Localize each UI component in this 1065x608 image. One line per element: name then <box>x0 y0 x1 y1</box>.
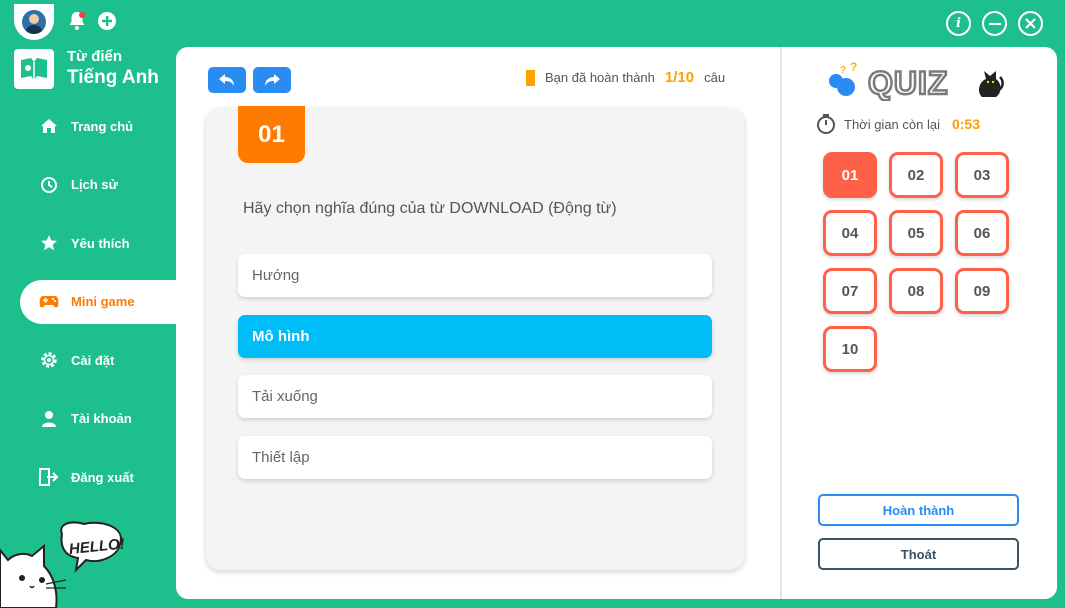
question-button-09[interactable]: 09 <box>955 268 1009 314</box>
question-number-badge: 01 <box>238 106 305 163</box>
question-button-02[interactable]: 02 <box>889 152 943 198</box>
user-icon <box>39 409 59 429</box>
sidebar-item-label: Trang chủ <box>71 118 134 134</box>
brand-line1: Từ điển <box>67 48 123 65</box>
redo-button[interactable] <box>253 67 291 93</box>
answer-option[interactable]: Tải xuống <box>238 375 712 418</box>
svg-text:?: ? <box>840 65 846 76</box>
bell-icon[interactable] <box>66 10 88 32</box>
sidebar-nav: Trang chủ Lịch sử Yêu thích Mini game Cà… <box>20 104 176 514</box>
sidebar-item-account[interactable]: Tài khoản <box>20 397 176 441</box>
question-button-07[interactable]: 07 <box>823 268 877 314</box>
info-icon: i <box>956 16 961 31</box>
timer-value: 0:53 <box>951 116 980 132</box>
sidebar-item-label: Cài đặt <box>71 352 115 368</box>
timer-label: Thời gian còn lại <box>844 116 940 132</box>
sidebar-item-minigame[interactable]: Mini game <box>20 279 176 324</box>
user-avatar[interactable] <box>14 4 54 40</box>
progress-unit: câu <box>704 70 726 85</box>
add-icon[interactable] <box>96 10 118 32</box>
close-button[interactable] <box>1018 11 1043 36</box>
quiz-pane: Bạn đã hoàn thành 1/10 câu 01 Hãy chọn n… <box>176 47 780 599</box>
sidebar-item-label: Yêu thích <box>71 235 130 251</box>
avatar-icon <box>22 10 46 34</box>
question-button-04[interactable]: 04 <box>823 210 877 256</box>
brand-line2: Tiếng Anh <box>67 67 159 88</box>
gamepad-icon <box>39 292 59 312</box>
history-icon <box>39 175 59 195</box>
minimize-button[interactable] <box>982 11 1007 36</box>
sidebar-item-home[interactable]: Trang chủ <box>20 104 176 148</box>
logout-icon <box>39 467 59 487</box>
undo-button[interactable] <box>208 67 246 93</box>
app-logo-icon <box>14 49 54 89</box>
question-card: 01 Hãy chọn nghĩa đúng của từ DOWNLOAD (… <box>206 106 744 570</box>
progress-indicator: Bạn đã hoàn thành 1/10 câu <box>526 69 725 86</box>
close-icon <box>1025 18 1036 29</box>
mascot: HELLO! <box>0 520 130 608</box>
main-panel: Bạn đã hoàn thành 1/10 câu 01 Hãy chọn n… <box>176 47 1057 599</box>
answer-option-selected[interactable]: Mô hình <box>238 315 712 358</box>
sidebar-item-settings[interactable]: Cài đặt <box>20 338 176 382</box>
sidebar-item-label: Mini game <box>71 294 135 309</box>
cat-mascot-icon: HELLO! <box>0 521 125 608</box>
question-button-01[interactable]: 01 <box>823 152 877 198</box>
sidebar-item-label: Tài khoản <box>71 411 132 426</box>
sidebar-item-label: Lịch sử <box>71 177 118 192</box>
svg-text:?: ? <box>850 61 857 74</box>
quiz-logo-icon: ? ? QUIZ <box>829 60 1004 102</box>
progress-count: 1/10 <box>664 69 695 86</box>
answer-option[interactable]: Hướng <box>238 254 712 297</box>
question-button-08[interactable]: 08 <box>889 268 943 314</box>
undo-arrow-icon <box>219 74 234 86</box>
exit-button[interactable]: Thoát <box>818 538 1019 570</box>
minimize-icon <box>988 22 1001 25</box>
home-icon <box>39 116 59 136</box>
progress-label: Bạn đã hoàn thành <box>545 70 655 85</box>
quiz-logo: ? ? QUIZ <box>826 60 1006 102</box>
countdown-timer: Thời gian còn lại 0:53 <box>816 113 980 135</box>
progress-flag-icon <box>526 69 535 86</box>
question-button-03[interactable]: 03 <box>955 152 1009 198</box>
question-text: Hãy chọn nghĩa đúng của từ DOWNLOAD (Độn… <box>243 200 617 217</box>
info-button[interactable]: i <box>946 11 971 36</box>
title-bar: i <box>0 0 1065 46</box>
gear-icon <box>39 350 59 370</box>
question-button-05[interactable]: 05 <box>889 210 943 256</box>
finish-button[interactable]: Hoàn thành <box>818 494 1019 526</box>
question-button-10[interactable]: 10 <box>823 326 877 372</box>
pane-divider <box>780 47 782 599</box>
star-icon <box>39 233 59 253</box>
sidebar-item-label: Đăng xuất <box>71 469 134 485</box>
answer-option[interactable]: Thiết lập <box>238 436 712 479</box>
redo-arrow-icon <box>265 74 280 86</box>
question-button-06[interactable]: 06 <box>955 210 1009 256</box>
app-brand: Từ điển Tiếng Anh <box>14 48 159 90</box>
quiz-logo-text: QUIZ <box>868 65 948 101</box>
stopwatch-icon <box>817 114 835 134</box>
sidebar-item-logout[interactable]: Đăng xuất <box>20 455 176 499</box>
sidebar-item-history[interactable]: Lịch sử <box>20 163 176 207</box>
sidebar-item-favorites[interactable]: Yêu thích <box>20 221 176 265</box>
